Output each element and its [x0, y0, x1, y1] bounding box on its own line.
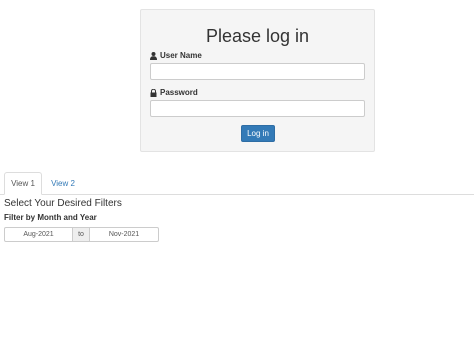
month-year-filter-label: Filter by Month and Year — [4, 213, 97, 222]
password-input[interactable] — [150, 100, 365, 117]
username-label-row: User Name — [150, 51, 202, 60]
lock-icon — [150, 88, 157, 97]
date-range-end-input[interactable]: Nov-2021 — [89, 227, 159, 242]
tab-view-2[interactable]: View 2 — [44, 172, 82, 194]
filters-heading: Select Your Desired Filters — [4, 198, 122, 209]
login-title: Please log in — [205, 26, 310, 46]
date-range-start-input[interactable]: Aug-2021 — [4, 227, 73, 242]
login-panel: Please log in User Name Password Log in — [140, 9, 375, 152]
date-range-picker: Aug-2021 to Nov-2021 — [4, 227, 159, 242]
password-label: Password — [160, 88, 198, 97]
username-label: User Name — [160, 51, 202, 60]
user-icon — [150, 51, 157, 60]
username-input[interactable] — [150, 63, 365, 80]
password-label-row: Password — [150, 88, 198, 97]
date-range-separator: to — [73, 227, 89, 242]
tab-bar: View 1 View 2 — [0, 172, 474, 195]
tab-view-1[interactable]: View 1 — [4, 172, 42, 195]
login-button[interactable]: Log in — [241, 125, 275, 142]
